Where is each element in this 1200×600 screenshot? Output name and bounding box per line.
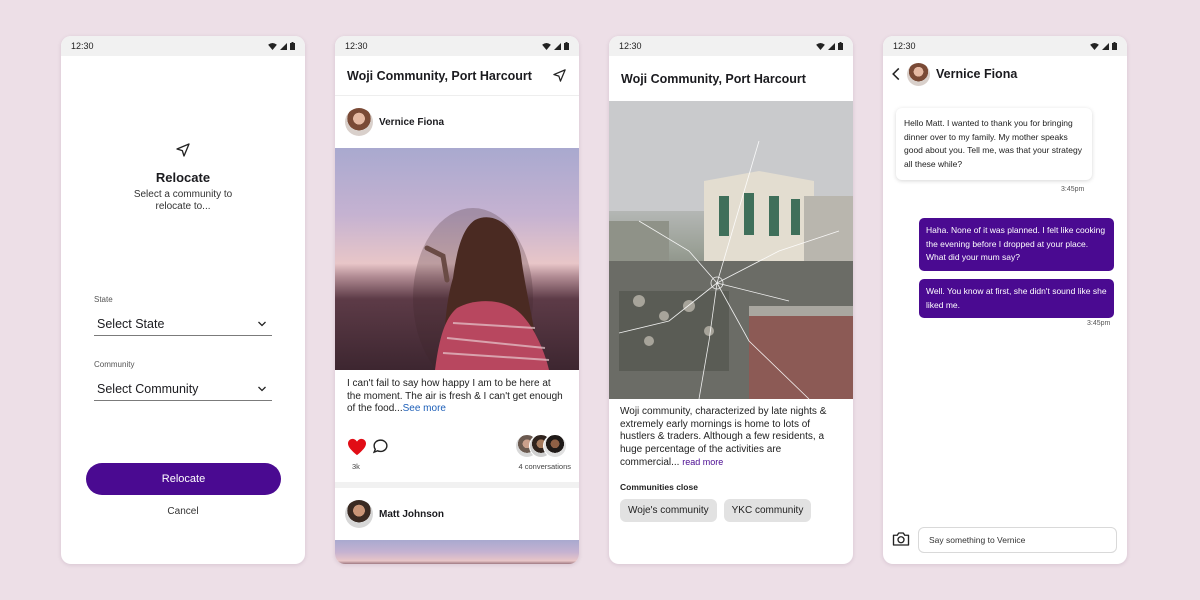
community-select[interactable]: Select Community	[94, 377, 272, 401]
chat-header: Vernice Fiona	[883, 56, 1127, 92]
status-icons	[268, 42, 295, 50]
state-select[interactable]: Select State	[94, 312, 272, 336]
conversation-avatars[interactable]	[515, 434, 569, 460]
community-screen: 12:30 Woji Community, Port Harcourt Woji…	[609, 36, 853, 564]
community-label: Community	[94, 360, 135, 369]
relocate-navigation-icon[interactable]	[552, 68, 567, 83]
community-select-value: Select Community	[97, 381, 199, 396]
post-body: I can't fail to say how happy I am to be…	[347, 378, 563, 414]
feed-screen: 12:30 Woji Community, Port Harcourt Vern…	[335, 36, 579, 564]
message-input[interactable]: Say something to Vernice	[918, 527, 1117, 553]
feed-app-bar: Woji Community, Port Harcourt	[335, 56, 579, 96]
post-photo[interactable]	[335, 148, 579, 370]
status-bar: 12:30	[335, 36, 579, 56]
like-count: 3k	[352, 462, 360, 471]
signal-icon	[280, 42, 287, 50]
message-bubble-incoming: Hello Matt. I wanted to thank you for br…	[896, 108, 1092, 180]
wifi-icon	[542, 42, 551, 50]
participant-avatar	[543, 434, 567, 458]
state-label: State	[94, 295, 113, 304]
status-icons	[1090, 42, 1117, 50]
relocate-button[interactable]: Relocate	[86, 463, 281, 495]
communities-close-label: Communities close	[620, 482, 698, 492]
community-title: Woji Community, Port Harcourt	[621, 71, 806, 86]
message-input-placeholder: Say something to Vernice	[929, 535, 1026, 545]
heart-icon[interactable]	[347, 438, 367, 456]
post-author[interactable]: Vernice Fiona	[379, 117, 444, 128]
status-bar: 12:30	[883, 36, 1127, 56]
chevron-down-icon	[258, 321, 266, 326]
battery-icon	[838, 42, 843, 50]
wifi-icon	[268, 42, 277, 50]
feed-title: Woji Community, Port Harcourt	[347, 68, 532, 83]
status-bar: 12:30	[609, 36, 853, 56]
wifi-icon	[816, 42, 825, 50]
post-header: Matt Johnson	[335, 488, 579, 540]
chevron-down-icon	[258, 386, 266, 391]
battery-icon	[290, 42, 295, 50]
battery-icon	[564, 42, 569, 50]
message-timestamp: 3:45pm	[1061, 186, 1085, 193]
signal-icon	[554, 42, 561, 50]
relocate-screen: 12:30 Relocate Select a community to rel…	[61, 36, 305, 564]
camera-icon[interactable]	[892, 531, 910, 547]
post-text: I can't fail to say how happy I am to be…	[335, 370, 579, 430]
post-actions: 3k 4 conversations	[335, 430, 579, 482]
post-photo[interactable]	[335, 540, 579, 564]
community-app-bar: Woji Community, Port Harcourt	[609, 56, 853, 101]
community-description: Woji community, characterized by late ni…	[609, 399, 853, 482]
see-more-link[interactable]: See more	[403, 403, 446, 414]
status-time: 12:30	[893, 41, 916, 51]
back-arrow-icon[interactable]	[891, 67, 901, 81]
status-icons	[542, 42, 569, 50]
read-more-link[interactable]: read more	[682, 457, 723, 467]
chat-screen: 12:30 Vernice Fiona Hello Matt. I wanted…	[883, 36, 1127, 564]
signal-icon	[1102, 42, 1109, 50]
avatar[interactable]	[907, 62, 930, 86]
status-time: 12:30	[71, 41, 94, 51]
navigation-arrow-icon	[176, 143, 190, 157]
post-author[interactable]: Matt Johnson	[379, 509, 444, 520]
relocate-subtitle: Select a community to relocate to...	[133, 189, 233, 212]
battery-icon	[1112, 42, 1117, 50]
community-photo-illustration	[609, 101, 853, 399]
signal-icon	[828, 42, 835, 50]
status-bar: 12:30	[61, 36, 305, 56]
community-chips: Woje's community YKC community	[609, 492, 853, 522]
community-chip[interactable]: YKC community	[723, 499, 812, 522]
community-chip[interactable]: Woje's community	[620, 499, 717, 522]
state-select-value: Select State	[97, 316, 165, 331]
post-photo-illustration	[413, 208, 550, 370]
status-time: 12:30	[345, 41, 368, 51]
avatar[interactable]	[345, 500, 373, 528]
community-photo[interactable]	[609, 101, 853, 399]
message-timestamp: 3:45pm	[1087, 320, 1111, 327]
conversation-count[interactable]: 4 conversations	[518, 462, 571, 471]
avatar[interactable]	[345, 108, 373, 136]
comment-icon[interactable]	[372, 438, 389, 455]
message-bubble-outgoing: Well. You know at first, she didn't soun…	[919, 279, 1114, 318]
cancel-button[interactable]: Cancel	[61, 506, 305, 517]
status-icons	[816, 42, 843, 50]
relocate-title: Relocate	[155, 170, 211, 185]
chat-contact-name[interactable]: Vernice Fiona	[936, 67, 1017, 81]
status-time: 12:30	[619, 41, 642, 51]
post-header: Vernice Fiona	[335, 96, 579, 148]
message-bubble-outgoing: Haha. None of it was planned. I felt lik…	[919, 218, 1114, 271]
wifi-icon	[1090, 42, 1099, 50]
